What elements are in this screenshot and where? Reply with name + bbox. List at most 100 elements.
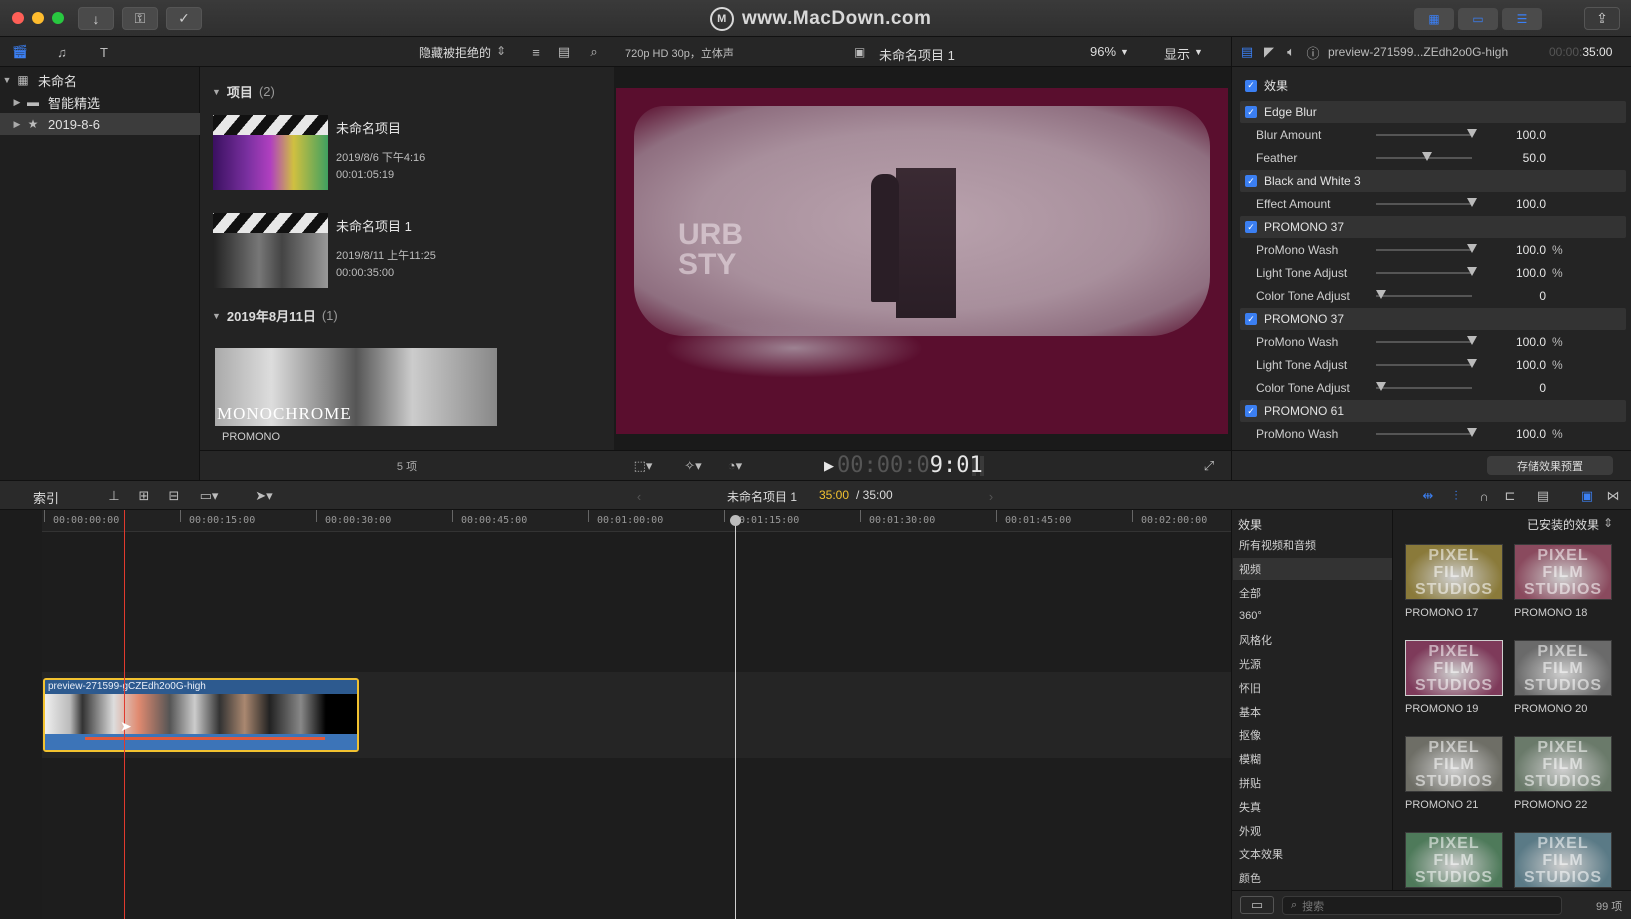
effect-header[interactable]: ✓ PROMONO 37 [1240,216,1626,238]
show-inspector-button[interactable]: ☰ [1502,8,1542,30]
append-clip-button[interactable]: ⊟ [165,487,183,505]
save-effects-preset-button[interactable]: 存储效果预置 [1487,456,1613,475]
clip-appearance-button[interactable]: ≡ [526,43,546,61]
library-item-smart-collections[interactable]: ▶ ▬ 智能精选 [0,91,200,113]
libraries-tab[interactable]: 🎬︎ [8,42,32,62]
effect-tile[interactable]: PIXEL FILM STUDIOS PROMONO 22 [1514,736,1614,811]
clip-filmstrip[interactable]: MONOCHROME [215,348,497,426]
parameter-slider[interactable] [1376,129,1477,138]
effect-tile[interactable]: PIXEL FILM STUDIOS PROMONO 17 [1405,544,1505,619]
parameter-slider[interactable] [1376,428,1477,437]
library-item-untitled[interactable]: ▼ ▦ 未命名 [0,69,200,91]
enhancement-popup[interactable]: ✧▾ [676,457,710,475]
effect-header[interactable]: ✓ Black and White 3 [1240,170,1626,192]
import-button[interactable]: ↓ [78,7,114,30]
titles-generators-tab[interactable]: T [92,42,116,62]
slider-knob[interactable] [1467,129,1477,138]
solo-button[interactable]: ∩ [1474,487,1494,505]
project-item[interactable] [213,115,328,190]
search-button[interactable]: ⌕ [584,43,604,61]
effects-category-item[interactable]: 光源 [1233,653,1392,675]
library-item-event[interactable]: ▶ ★ 2019-8-6 [0,113,200,135]
minimize-window-button[interactable] [32,12,44,24]
keywords-button[interactable]: ⚿ [122,7,158,30]
parameter-slider[interactable] [1376,267,1477,276]
installed-effects-popup[interactable]: 已安装的效果 ⇕ [1527,516,1613,533]
parameter-value[interactable]: 0 [1472,381,1546,395]
parameter-slider[interactable] [1376,336,1477,345]
slider-knob[interactable] [1376,290,1386,299]
view-options-popup[interactable]: 显示 ▼ [1164,44,1203,63]
viewer-timecode[interactable]: 00:00:09:01 [837,453,983,478]
effect-tile[interactable]: PIXEL FILM STUDIOS [1405,832,1505,895]
parameter-slider[interactable] [1376,198,1477,207]
transform-popup[interactable]: ⬚▾ [626,457,660,475]
parameter-value[interactable]: 50.0 [1472,151,1546,165]
effect-enable-checkbox[interactable]: ✓ [1245,175,1257,187]
parameter-value[interactable]: 100.0 [1472,427,1546,441]
transitions-browser-button[interactable]: ⋈ [1603,487,1623,505]
slider-knob[interactable] [1467,428,1477,437]
share-button[interactable]: ⇪ [1584,7,1620,30]
skimming-button[interactable]: ⇹ [1418,487,1438,505]
effect-tile[interactable]: PIXEL FILM STUDIOS PROMONO 20 [1514,640,1614,715]
effect-header[interactable]: ✓ Edge Blur [1240,101,1626,123]
viewer-frame[interactable]: URB STY [616,88,1228,434]
timeline-index-button[interactable]: 索引 [33,488,59,507]
color-inspector-tab[interactable]: ◤ [1260,43,1278,61]
background-tasks-button[interactable]: ✓ [166,7,202,30]
effect-tile[interactable]: PIXEL FILM STUDIOS PROMONO 18 [1514,544,1614,619]
parameter-value[interactable]: 100.0 [1472,335,1546,349]
effects-category-item[interactable]: 视频 [1233,557,1392,580]
overwrite-clip-popup[interactable]: ▭▾ [195,487,223,505]
effects-category-item[interactable]: 失真 [1233,796,1392,818]
effect-header[interactable]: ✓ PROMONO 37 [1240,308,1626,330]
retime-popup[interactable]: ◔▾ [718,457,752,475]
snapping-button[interactable]: ⊏ [1500,487,1520,505]
effects-search-field[interactable]: ⌕ 搜索 [1282,896,1562,915]
info-inspector-tab[interactable]: ⓘ [1304,43,1322,61]
clip-filter-popup[interactable]: 隐藏被拒绝的 ⇕ [419,44,506,61]
parameter-slider[interactable] [1376,244,1477,253]
show-timeline-button[interactable]: ▭ [1458,8,1498,30]
effects-category-item[interactable]: 颜色 [1233,867,1392,889]
filmstrip-view-button[interactable]: ▤ [554,43,574,61]
slider-knob[interactable] [1376,382,1386,391]
audio-inspector-tab[interactable]: 🔈︎ [1282,43,1300,61]
parameter-value[interactable]: 0 [1472,289,1546,303]
connect-clip-button[interactable]: ⊥ [105,487,123,505]
audio-skimming-button[interactable]: ⫶ [1446,487,1466,505]
effects-category-item[interactable]: 全部 [1233,582,1392,604]
effect-enable-checkbox[interactable]: ✓ [1245,405,1257,417]
effects-category-item[interactable]: 外观 [1233,820,1392,842]
parameter-slider[interactable] [1376,152,1472,161]
play-button[interactable]: ▶ [820,457,838,475]
parameter-value[interactable]: 100.0 [1472,358,1546,372]
parameter-value[interactable]: 100.0 [1472,128,1546,142]
effect-tile[interactable]: PIXEL FILM STUDIOS PROMONO 19 [1405,640,1505,715]
effects-category-item[interactable]: 模糊 [1233,748,1392,770]
effects-category-item[interactable]: 怀旧 [1233,677,1392,699]
clip-appearance-timeline-button[interactable]: ▤ [1533,487,1553,505]
timeline-forward-button[interactable]: › [984,487,998,505]
zoom-window-button[interactable] [52,12,64,24]
timeline-back-button[interactable]: ‹ [632,487,646,505]
effects-category-item[interactable]: 基本 [1233,701,1392,723]
video-inspector-tab[interactable]: ▤ [1238,43,1256,61]
effect-enable-checkbox[interactable]: ✓ [1245,106,1257,118]
effect-enable-checkbox[interactable]: ✓ [1245,221,1257,233]
effect-enable-checkbox[interactable]: ✓ [1245,313,1257,325]
slider-knob[interactable] [1467,267,1477,276]
slider-knob[interactable] [1467,198,1477,207]
tool-select-popup[interactable]: ➤▾ [250,487,278,505]
parameter-value[interactable]: 100.0 [1472,266,1546,280]
sidebar-toggle-button[interactable]: ▭ [1240,896,1274,914]
parameter-slider[interactable] [1376,382,1472,391]
effects-checkbox[interactable]: ✓ [1245,79,1257,92]
insert-clip-button[interactable]: ⊞ [135,487,153,505]
timeline-ruler[interactable]: 00:00:00:00 00:00:15:00 00:00:30:00 00:00:4… [42,510,1231,532]
slider-knob[interactable] [1467,359,1477,368]
effects-section-header[interactable]: ✓ 效果 [1240,77,1288,94]
parameter-slider[interactable] [1376,359,1477,368]
effects-browser-button[interactable]: ▣ [1577,487,1597,505]
